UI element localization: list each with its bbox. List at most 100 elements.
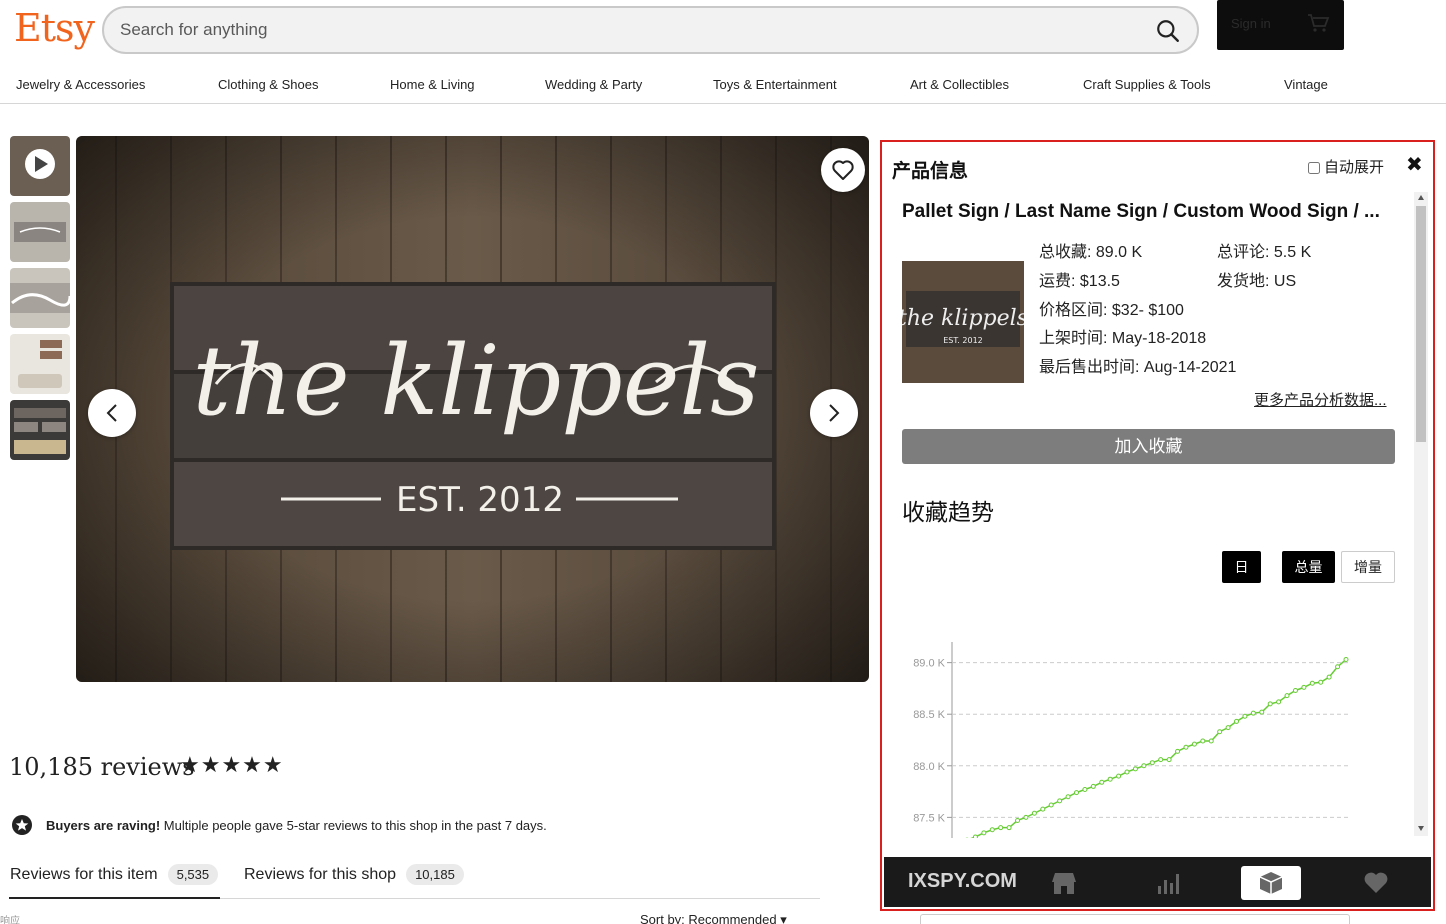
data-point (1107, 776, 1113, 782)
close-icon[interactable]: ✖ (1406, 155, 1423, 175)
play-icon (25, 149, 55, 179)
heart-icon[interactable] (1346, 866, 1406, 900)
data-point (1234, 718, 1240, 724)
data-point (1015, 817, 1021, 823)
chevron-right-icon (829, 404, 840, 422)
next-image-button[interactable] (810, 389, 858, 437)
increment-button[interactable]: 增量 (1341, 551, 1395, 583)
data-point (1006, 825, 1012, 831)
data-point (1090, 783, 1096, 789)
y-tick-label: 89.0 K (913, 658, 945, 670)
y-tick-label: 88.0 K (913, 761, 945, 773)
data-point (1057, 798, 1063, 804)
data-point (1259, 709, 1265, 715)
data-point (1099, 779, 1105, 785)
category-art[interactable]: Art & Collectibles (910, 77, 1009, 92)
tab-reviews-shop[interactable]: Reviews for this shop 10,185 (244, 864, 464, 885)
buyers-raving-text: Buyers are raving! Multiple people gave … (46, 818, 547, 833)
scroll-up-icon[interactable] (1417, 194, 1425, 202)
data-point (1318, 679, 1324, 685)
category-vintage[interactable]: Vintage (1284, 77, 1328, 92)
category-toys[interactable]: Toys & Entertainment (713, 77, 837, 92)
cart-icon[interactable] (1306, 11, 1330, 35)
heart-icon (832, 160, 854, 180)
panel-below-box (920, 914, 1350, 924)
data-point (1166, 757, 1172, 763)
data-point (1082, 787, 1088, 793)
product-box-icon[interactable] (1241, 866, 1301, 900)
add-favorite-button[interactable]: 加入收藏 (902, 429, 1395, 464)
store-icon[interactable] (1034, 866, 1094, 900)
panel-title: 产品信息 (892, 161, 969, 182)
search-bar[interactable] (102, 6, 1199, 54)
data-point (1124, 769, 1130, 775)
auto-expand-checkbox[interactable]: 自动展开 (1308, 156, 1384, 177)
data-point (1326, 674, 1332, 680)
sign-in-link[interactable]: Sign in (1231, 16, 1271, 31)
data-point (981, 830, 987, 836)
tab-reviews-item[interactable]: Reviews for this item 5,535 (10, 864, 219, 885)
data-point (1116, 773, 1122, 779)
day-button[interactable]: 日 (1222, 551, 1261, 583)
panel-scrollbar[interactable] (1414, 192, 1428, 836)
main-product-image: the klippels EST. 2012 (76, 136, 869, 682)
data-point (1250, 710, 1256, 716)
shop-reviews-count: 10,185 (406, 864, 464, 885)
category-clothing[interactable]: Clothing & Shoes (218, 77, 318, 92)
wooden-sign: the klippels EST. 2012 (170, 282, 776, 550)
stat-last-sold: 最后售出时间: Aug-14-2021 (1039, 359, 1237, 376)
rating-stars: ★★★★★ (180, 752, 284, 777)
data-point (998, 825, 1004, 831)
thumbnail-3[interactable] (10, 268, 70, 328)
y-tick-label: 87.5 K (913, 812, 945, 824)
search-input[interactable] (120, 18, 1120, 42)
thumbnail-video[interactable] (10, 136, 70, 196)
favorite-button[interactable] (821, 148, 865, 192)
search-icon[interactable] (1155, 18, 1181, 44)
sign-est-text: EST. 2012 (396, 480, 564, 520)
total-button[interactable]: 总量 (1282, 551, 1335, 583)
thumbnail-2[interactable] (10, 202, 70, 262)
category-jewelry[interactable]: Jewelry & Accessories (16, 77, 145, 92)
sign-in-cart-area[interactable]: Sign in (1217, 0, 1344, 50)
data-point (1023, 814, 1029, 820)
data-point (1132, 766, 1138, 772)
data-point (1208, 738, 1214, 744)
data-point (1183, 744, 1189, 750)
etsy-logo[interactable]: Etsy (14, 6, 95, 50)
stat-shipping: 运费: $13.5 (1039, 273, 1120, 290)
data-point (1149, 760, 1155, 766)
bar-chart-icon[interactable] (1138, 866, 1198, 900)
product-thumbnail: the klippels EST. 2012 (902, 261, 1024, 383)
thumbnail-5[interactable] (10, 400, 70, 460)
prev-image-button[interactable] (88, 389, 136, 437)
data-point (1242, 713, 1248, 719)
data-point (1335, 664, 1341, 670)
data-point (1276, 699, 1282, 705)
data-point (1065, 794, 1071, 800)
data-point (1217, 729, 1223, 735)
more-analytics-link[interactable]: 更多产品分析数据... (1254, 389, 1387, 410)
thumbnail-4[interactable] (10, 334, 70, 394)
stat-total-favorites: 总收藏: 89.0 K (1039, 244, 1143, 261)
data-point (1343, 657, 1349, 663)
data-point (1292, 687, 1298, 693)
data-point (1225, 725, 1231, 731)
category-craft[interactable]: Craft Supplies & Tools (1083, 77, 1211, 92)
scrollbar-thumb[interactable] (1416, 206, 1426, 442)
ixspy-brand: IXSPY.COM (908, 870, 1017, 892)
data-point (972, 834, 978, 838)
sort-dropdown[interactable]: Sort by: Recommended ▾ (640, 912, 787, 924)
data-point (989, 827, 995, 833)
data-point (1073, 790, 1079, 796)
favorites-trend-chart: 89.0 K 88.5 K 88.0 K 87.5 K (913, 642, 1349, 838)
scroll-down-icon[interactable] (1417, 824, 1425, 832)
stat-ship-from: 发货地: US (1217, 273, 1297, 290)
stat-price-range: 价格区间: $32- $100 (1039, 302, 1184, 319)
series-line (970, 658, 1347, 838)
category-home[interactable]: Home & Living (390, 77, 475, 92)
data-point (1040, 806, 1046, 812)
data-point (1141, 763, 1147, 769)
data-point (1048, 802, 1054, 808)
category-wedding[interactable]: Wedding & Party (545, 77, 642, 92)
